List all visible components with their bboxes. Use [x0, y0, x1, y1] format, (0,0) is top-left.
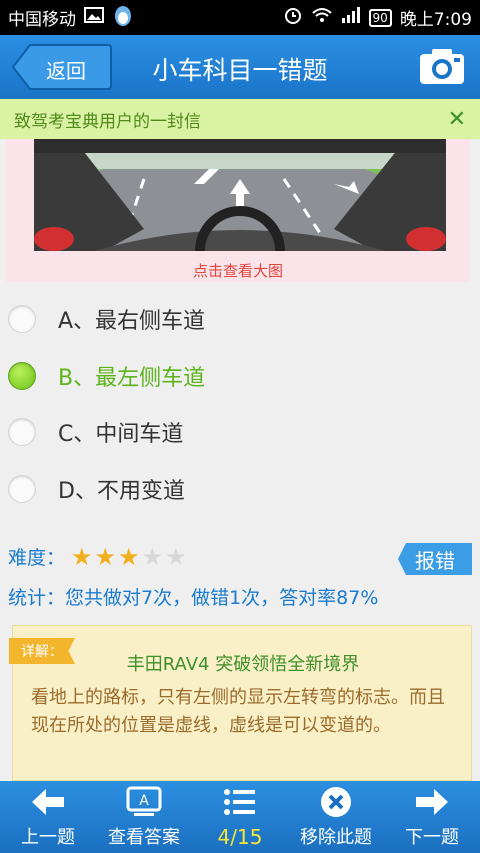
road-scene-image[interactable]	[34, 139, 446, 251]
remove-question-label: 移除此题	[300, 827, 372, 848]
option-b-label: B、最左侧车道	[58, 366, 206, 391]
notice-banner[interactable]: 致驾考宝典用户的一封信 ✕	[0, 99, 480, 139]
page-indicator: 4/15	[217, 825, 263, 849]
star-icon: ★	[71, 542, 93, 571]
stats-text: 统计：您共做对7次，做错1次，答对率87%	[8, 587, 379, 609]
remove-question-button[interactable]: 移除此题	[288, 781, 384, 853]
option-b[interactable]: B、最左侧车道	[8, 356, 205, 396]
explanation-box: 详解： 丰田RAV4 突破领悟全新境界 看地上的路标，只有左侧的显示左转弯的标志…	[9, 625, 473, 781]
radio-option-d[interactable]	[8, 475, 36, 503]
battery-icon: 90	[368, 8, 392, 27]
explanation-ad-title[interactable]: 丰田RAV4 突破领悟全新境界	[13, 650, 473, 676]
clock-label: 晚上7:09	[399, 10, 472, 30]
option-c-label: C、中间车道	[58, 422, 184, 447]
question-image-card[interactable]: 点击查看大图	[6, 139, 470, 282]
difficulty-label: 难度：	[8, 547, 66, 569]
next-question-button[interactable]: 下一题	[384, 781, 480, 853]
view-answer-button[interactable]: A 查看答案	[96, 781, 192, 853]
star-icon: ★	[118, 542, 140, 571]
app-bar: 返回 小车科目一错题	[0, 35, 480, 99]
next-question-label: 下一题	[405, 827, 459, 848]
arrow-right-icon	[414, 785, 450, 819]
star-icon: ★	[94, 542, 117, 571]
option-a-label: A、最右侧车道	[58, 309, 206, 334]
notice-text[interactable]: 致驾考宝典用户的一封信	[0, 107, 201, 132]
wifi-icon	[311, 6, 333, 29]
qq-penguin-icon	[112, 3, 134, 32]
image-notification-icon	[84, 7, 104, 28]
list-icon	[223, 785, 257, 819]
view-answer-label: 查看答案	[108, 827, 180, 848]
close-icon[interactable]: ✕	[448, 107, 466, 132]
option-a[interactable]: A、最右侧车道	[8, 299, 205, 339]
camera-icon[interactable]	[418, 46, 466, 90]
difficulty-stars: ★ ★ ★ ★ ★	[71, 545, 187, 569]
remove-icon	[319, 785, 353, 819]
question-list-button[interactable]: 4/15	[192, 781, 288, 853]
radio-option-c[interactable]	[8, 418, 36, 446]
option-d-label: D、不用变道	[58, 479, 185, 504]
prev-question-label: 上一题	[21, 827, 75, 848]
report-error-button[interactable]: 报错	[398, 543, 472, 575]
page-title: 小车科目一错题	[152, 56, 328, 85]
svg-text:A: A	[139, 793, 149, 809]
carrier-label: 中国移动	[8, 10, 76, 30]
star-empty-icon: ★	[141, 542, 164, 571]
difficulty-row: 难度： ★ ★ ★ ★ ★	[8, 543, 187, 570]
arrow-left-icon	[30, 785, 66, 819]
alarm-icon	[283, 5, 303, 30]
star-empty-icon: ★	[165, 542, 187, 571]
radio-option-a[interactable]	[8, 305, 36, 333]
status-bar: 中国移动 90 晚上7:09	[0, 0, 480, 35]
answer-card-icon: A	[126, 785, 162, 819]
explanation-text: 看地上的路标，只有左侧的显示左转弯的标志。而且现在所处的位置是虚线，虚线是可以变…	[31, 687, 445, 736]
radio-option-b[interactable]	[8, 362, 36, 390]
bottom-nav: 上一题 A 查看答案 4/15 移除此题 下一题	[0, 781, 480, 853]
option-c[interactable]: C、中间车道	[8, 412, 183, 452]
signal-icon	[341, 6, 361, 29]
view-large-image-link[interactable]: 点击查看大图	[6, 260, 470, 281]
prev-question-button[interactable]: 上一题	[0, 781, 96, 853]
option-d[interactable]: D、不用变道	[8, 469, 185, 509]
